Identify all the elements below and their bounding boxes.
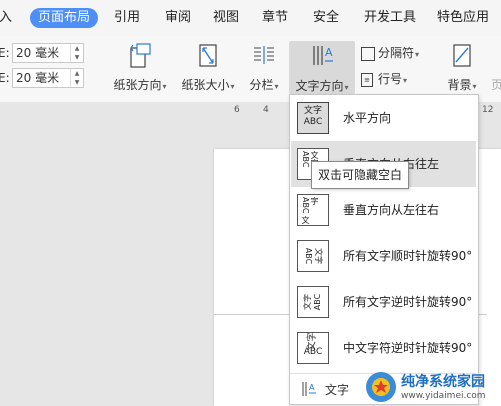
menu-item-rotate-cw[interactable]: 文字 ABC 所有文字顺时针旋转90° (291, 233, 476, 279)
ruler-tick: 4 (263, 105, 269, 115)
margin-top-input[interactable]: 20 毫米 ▲ ▼ (12, 43, 84, 63)
ruler-tick: 12 (482, 105, 494, 115)
chevron-down-icon: ▾ (415, 50, 420, 59)
chevron-down-icon: ▾ (344, 83, 349, 92)
chinese-rotate-icon: 文字 ABC (297, 332, 329, 364)
paper-size-label: 纸张大小 (181, 78, 230, 92)
chevron-down-icon: ▾ (230, 82, 235, 91)
watermark-title: 纯净系统家园 (401, 374, 485, 390)
text-direction-label: 文字方向 (295, 79, 344, 93)
tab-insert[interactable]: 入 (0, 8, 12, 28)
watermark-logo: 纯净系统家园 www.yidaimei.com (361, 369, 501, 406)
margin-bottom-value: 20 毫米 (16, 71, 60, 85)
line-numbers-button[interactable]: ≡ 行号▾ (361, 70, 431, 87)
separator-button[interactable]: 分隔符▾ (361, 44, 431, 61)
tab-special-apps[interactable]: 特色应用 (437, 8, 489, 28)
text-direction-button[interactable]: A 文字方向▾ (289, 41, 355, 94)
chevron-down-icon: ▾ (274, 82, 279, 91)
margin-bottom-label: E: (0, 71, 10, 85)
menu-item-label: 垂直方向从左往右 (343, 203, 440, 217)
tooltip: 双击可隐藏空白 (311, 161, 409, 189)
menu-item-label: 所有文字顺时针旋转90° (343, 249, 473, 263)
vertical-ltr-icon: ABC 文字 (297, 194, 329, 226)
menu-item-horizontal[interactable]: 文字 ABC 水平方向 (291, 95, 476, 141)
background-button[interactable]: 背景▾ (442, 42, 482, 93)
menu-item-label: 文字 (325, 383, 350, 397)
columns-label: 分栏 (249, 78, 274, 92)
watermark-url: www.yidaimei.com (401, 391, 486, 401)
margin-top-label: E: (0, 46, 10, 60)
tab-developer[interactable]: 开发工具 (364, 8, 416, 28)
orientation-icon (130, 43, 151, 68)
columns-icon (254, 46, 274, 64)
tab-page-layout[interactable]: 页面布局 (30, 8, 99, 28)
tab-references[interactable]: 引用 (114, 8, 140, 28)
text-direction-menu: 文字ABC 水平方向 文字 ABC 垂直方向从右往左 ABC 文字 垂直方向从左… (289, 94, 479, 405)
ruler-tick: 6 (234, 105, 240, 115)
background-icon (453, 44, 471, 67)
margin-bottom-input[interactable]: 20 毫米 ▲ ▼ (12, 68, 84, 88)
chevron-down-icon: ▾ (472, 82, 477, 91)
margin-top-value: 20 毫米 (16, 46, 60, 60)
columns-button[interactable]: 分栏▾ (245, 42, 283, 93)
ribbon: E: 20 毫米 ▲ ▼ E: 20 毫米 ▲ ▼ 纸张方向▾ 纸张大小▾ 分栏… (0, 36, 501, 103)
margin-bottom-stepper[interactable]: ▲ ▼ (70, 69, 83, 87)
line-numbers-icon: ≡ (361, 72, 373, 87)
chevron-down-icon: ▾ (403, 76, 408, 85)
menu-item-label: 中文字符逆时针旋转90° (343, 341, 473, 355)
svg-text:A: A (309, 383, 315, 392)
horizontal-text-icon: 文字 ABC (297, 102, 329, 134)
rotate-cw-icon: 文字 ABC (297, 240, 329, 272)
tab-review[interactable]: 审阅 (165, 8, 191, 28)
orientation-button[interactable]: 纸张方向▾ (110, 42, 170, 93)
separator-icon (361, 46, 375, 61)
rotate-ccw-icon: 文字 ABC (297, 286, 329, 318)
paper-size-icon (199, 44, 217, 67)
tab-sections[interactable]: 章节 (262, 8, 288, 28)
background-label: 背景 (447, 78, 472, 92)
menu-item-rotate-ccw[interactable]: 文字 ABC 所有文字逆时针旋转90° (291, 279, 476, 325)
separator-label: 分隔符 (378, 46, 415, 60)
menu-bar: 入 页面布局 引用 审阅 视图 章节 安全 开发工具 特色应用 (0, 0, 501, 37)
menu-item-chinese-rotate[interactable]: 文字 ABC 中文字符逆时针旋转90° (291, 325, 476, 371)
line-numbers-label: 行号 (378, 72, 403, 86)
tab-security[interactable]: 安全 (313, 8, 339, 28)
menu-item-label: 水平方向 (343, 111, 392, 125)
page-border-partial-label[interactable]: 页 (490, 76, 501, 93)
margin-top-stepper[interactable]: ▲ ▼ (70, 44, 83, 62)
menu-item-label: 所有文字逆时针旋转90° (343, 295, 473, 309)
text-direction-icon: A (302, 382, 316, 396)
orientation-label: 纸张方向 (113, 78, 162, 92)
chevron-down-icon: ▾ (162, 82, 167, 91)
tab-view[interactable]: 视图 (213, 8, 239, 28)
svg-text:A: A (325, 46, 333, 59)
menu-item-vertical-ltr[interactable]: ABC 文字 垂直方向从左往右 (291, 187, 476, 233)
paper-size-button[interactable]: 纸张大小▾ (178, 42, 238, 93)
text-direction-icon: A (313, 46, 333, 65)
watermark-icon (366, 372, 396, 402)
